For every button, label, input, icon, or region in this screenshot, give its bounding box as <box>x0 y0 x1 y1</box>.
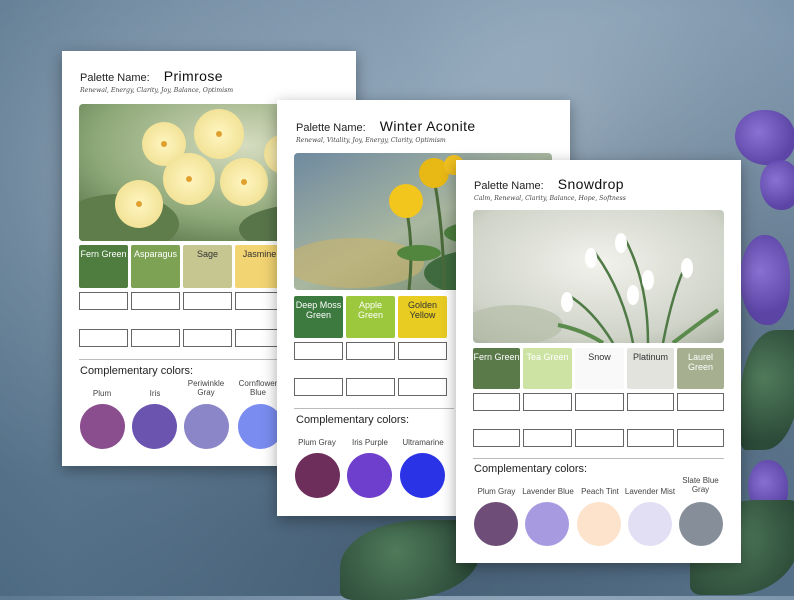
swatch-snow: Snow <box>575 348 624 389</box>
note-box[interactable] <box>398 342 447 360</box>
comp-circle-iris <box>132 404 177 449</box>
swatch-sage: Sage <box>183 245 232 288</box>
comp-label: Iris Purple <box>351 438 388 447</box>
comp-label: Cornflower Blue <box>238 379 278 397</box>
note-box[interactable] <box>575 429 624 447</box>
note-box[interactable] <box>523 429 572 447</box>
note-box[interactable] <box>677 393 724 411</box>
palette-keywords: Calm, Renewal, Clarity, Balance, Hope, S… <box>474 195 626 202</box>
comp-circle-plum-gray <box>295 453 340 498</box>
complementary-heading: Complementary colors: <box>474 463 588 475</box>
swatch-deep-moss-green: Deep Moss Green <box>294 296 343 338</box>
comp-circle-ultramarine <box>400 453 445 498</box>
swatch-laurel-green: Laurel Green <box>677 348 724 389</box>
complementary-heading: Complementary colors: <box>80 365 194 377</box>
comp-circle-plum <box>80 404 125 449</box>
comp-label: Lavender Mist <box>624 487 676 496</box>
note-box[interactable] <box>131 329 180 347</box>
comp-circle-slate-blue-gray <box>679 502 723 546</box>
note-box[interactable] <box>183 292 232 310</box>
palette-keywords: Renewal, Energy, Clarity, Joy, Balance, … <box>80 87 234 94</box>
note-box[interactable] <box>131 292 180 310</box>
comp-label: Peach Tint <box>581 487 619 496</box>
note-box[interactable] <box>79 329 128 347</box>
swatch-golden-yellow: Golden Yellow <box>398 296 447 338</box>
palette-name: Snowdrop <box>557 176 624 192</box>
comp-circle-plum-gray <box>474 502 518 546</box>
swatch-fern-green: Fern Green <box>473 348 520 389</box>
snowdrop-photo <box>473 210 724 343</box>
swatch-asparagus: Asparagus <box>131 245 180 288</box>
palette-name: Primrose <box>163 68 223 84</box>
comp-label: Iris <box>149 389 161 398</box>
note-box[interactable] <box>523 393 572 411</box>
note-box[interactable] <box>294 378 343 396</box>
note-box[interactable] <box>473 393 520 411</box>
note-box[interactable] <box>294 342 343 360</box>
palette-name-label: Palette Name: <box>474 180 544 192</box>
complementary-heading: Complementary colors: <box>296 414 410 426</box>
comp-label: Lavender Blue <box>522 487 574 496</box>
palette-name: Winter Aconite <box>379 118 476 134</box>
note-box[interactable] <box>346 342 395 360</box>
swatch-fern-green: Fern Green <box>79 245 128 288</box>
note-box[interactable] <box>677 429 724 447</box>
note-box[interactable] <box>575 393 624 411</box>
violet-flower <box>740 235 790 325</box>
comp-label: Plum Gray <box>477 487 516 496</box>
comp-label: Slate Blue Gray <box>682 476 719 494</box>
swatch-tea-green: Tea Green <box>523 348 572 389</box>
comp-circle-peach-tint <box>577 502 621 546</box>
palette-name-label: Palette Name: <box>296 122 366 134</box>
note-box[interactable] <box>346 378 395 396</box>
violet-flower <box>735 110 794 165</box>
swatch-platinum: Platinum <box>627 348 674 389</box>
divider <box>79 359 293 360</box>
note-box[interactable] <box>627 429 674 447</box>
palette-name-label: Palette Name: <box>80 72 150 84</box>
comp-circle-lavender-blue <box>525 502 569 546</box>
comp-label: Plum Gray <box>298 438 336 447</box>
comp-circle-iris-purple <box>347 453 392 498</box>
divider <box>473 458 724 459</box>
palette-card-snowdrop: Palette Name: Snowdrop Calm, Renewal, Cl… <box>456 160 741 563</box>
comp-label: Plum <box>92 389 112 398</box>
comp-label: Periwinkle Gray <box>187 379 225 397</box>
divider <box>294 408 454 409</box>
comp-circle-lavender-mist <box>628 502 672 546</box>
note-box[interactable] <box>627 393 674 411</box>
palette-keywords: Renewal, Vitality, Joy, Energy, Clarity,… <box>296 137 446 144</box>
note-box[interactable] <box>183 329 232 347</box>
comp-circle-periwinkle-gray <box>184 404 229 449</box>
note-box[interactable] <box>79 292 128 310</box>
note-box[interactable] <box>473 429 520 447</box>
comp-label: Ultramarine <box>402 438 444 447</box>
note-box[interactable] <box>398 378 447 396</box>
swatch-apple-green: Apple Green <box>346 296 395 338</box>
